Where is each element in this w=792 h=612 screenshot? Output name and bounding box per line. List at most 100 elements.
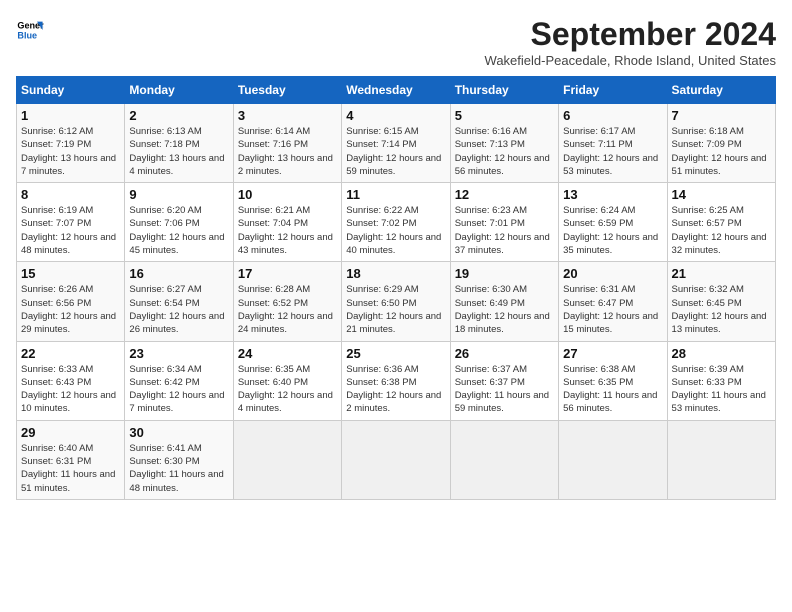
calendar-cell: 12Sunrise: 6:23 AM Sunset: 7:01 PM Dayli… <box>450 183 558 262</box>
calendar-cell: 25 Sunrise: 6:36 AM Sunset: 6:38 PM Dayli… <box>342 341 450 420</box>
day-number: 15 <box>21 266 120 281</box>
logo: General Blue <box>16 16 44 44</box>
calendar-cell: 6 Sunrise: 6:17 AM Sunset: 7:11 PM Daylig… <box>559 104 667 183</box>
day-info: Sunrise: 6:14 AM Sunset: 7:16 PM Dayligh… <box>238 125 337 178</box>
day-info: Sunrise: 6:12 AM Sunset: 7:19 PM Dayligh… <box>21 125 120 178</box>
day-info: Sunrise: 6:40 AM Sunset: 6:31 PM Dayligh… <box>21 442 120 495</box>
main-title: September 2024 <box>485 16 776 53</box>
day-info: Sunrise: 6:33 AM Sunset: 6:43 PM Dayligh… <box>21 363 120 416</box>
calendar-cell: 21 Sunrise: 6:32 AM Sunset: 6:45 PM Dayli… <box>667 262 775 341</box>
day-number: 26 <box>455 346 554 361</box>
day-number: 12 <box>455 187 554 202</box>
day-info: Sunrise: 6:18 AM Sunset: 7:09 PM Dayligh… <box>672 125 771 178</box>
calendar-cell: 26 Sunrise: 6:37 AM Sunset: 6:37 PM Dayli… <box>450 341 558 420</box>
calendar-cell: 30 Sunrise: 6:41 AM Sunset: 6:30 PM Dayli… <box>125 420 233 499</box>
day-info: Sunrise: 6:41 AM Sunset: 6:30 PM Dayligh… <box>129 442 228 495</box>
header-cell-saturday: Saturday <box>667 77 775 104</box>
day-info: Sunrise: 6:28 AM Sunset: 6:52 PM Dayligh… <box>238 283 337 336</box>
calendar-cell: 3 Sunrise: 6:14 AM Sunset: 7:16 PM Daylig… <box>233 104 341 183</box>
day-number: 4 <box>346 108 445 123</box>
calendar-cell: 16 Sunrise: 6:27 AM Sunset: 6:54 PM Dayli… <box>125 262 233 341</box>
header: General Blue September 2024 Wakefield-Pe… <box>16 16 776 68</box>
day-info: Sunrise: 6:29 AM Sunset: 6:50 PM Dayligh… <box>346 283 445 336</box>
day-number: 27 <box>563 346 662 361</box>
subtitle: Wakefield-Peacedale, Rhode Island, Unite… <box>485 53 776 68</box>
day-info: Sunrise: 6:15 AM Sunset: 7:14 PM Dayligh… <box>346 125 445 178</box>
calendar-cell: 13 Sunrise: 6:24 AM Sunset: 6:59 PM Dayli… <box>559 183 667 262</box>
calendar-cell: 28 Sunrise: 6:39 AM Sunset: 6:33 PM Dayli… <box>667 341 775 420</box>
week-row-1: 1 Sunrise: 6:12 AM Sunset: 7:19 PM Daylig… <box>17 104 776 183</box>
day-number: 2 <box>129 108 228 123</box>
logo-icon: General Blue <box>16 16 44 44</box>
day-info: Sunrise: 6:26 AM Sunset: 6:56 PM Dayligh… <box>21 283 120 336</box>
day-number: 20 <box>563 266 662 281</box>
header-cell-thursday: Thursday <box>450 77 558 104</box>
day-number: 22 <box>21 346 120 361</box>
header-cell-monday: Monday <box>125 77 233 104</box>
day-info: Sunrise: 6:36 AM Sunset: 6:38 PM Dayligh… <box>346 363 445 416</box>
day-info: Sunrise: 6:16 AM Sunset: 7:13 PM Dayligh… <box>455 125 554 178</box>
calendar-cell: 19 Sunrise: 6:30 AM Sunset: 6:49 PM Dayli… <box>450 262 558 341</box>
day-number: 29 <box>21 425 120 440</box>
week-row-2: 8Sunrise: 6:19 AM Sunset: 7:07 PM Daylig… <box>17 183 776 262</box>
calendar-table: SundayMondayTuesdayWednesdayThursdayFrid… <box>16 76 776 500</box>
header-cell-wednesday: Wednesday <box>342 77 450 104</box>
day-number: 18 <box>346 266 445 281</box>
day-number: 6 <box>563 108 662 123</box>
day-info: Sunrise: 6:20 AM Sunset: 7:06 PM Dayligh… <box>129 204 228 257</box>
day-info: Sunrise: 6:31 AM Sunset: 6:47 PM Dayligh… <box>563 283 662 336</box>
day-number: 19 <box>455 266 554 281</box>
day-info: Sunrise: 6:22 AM Sunset: 7:02 PM Dayligh… <box>346 204 445 257</box>
calendar-cell <box>342 420 450 499</box>
day-info: Sunrise: 6:32 AM Sunset: 6:45 PM Dayligh… <box>672 283 771 336</box>
day-number: 16 <box>129 266 228 281</box>
day-number: 28 <box>672 346 771 361</box>
calendar-cell: 20 Sunrise: 6:31 AM Sunset: 6:47 PM Dayli… <box>559 262 667 341</box>
week-row-3: 15 Sunrise: 6:26 AM Sunset: 6:56 PM Dayli… <box>17 262 776 341</box>
day-number: 5 <box>455 108 554 123</box>
calendar-cell: 4 Sunrise: 6:15 AM Sunset: 7:14 PM Daylig… <box>342 104 450 183</box>
day-info: Sunrise: 6:17 AM Sunset: 7:11 PM Dayligh… <box>563 125 662 178</box>
day-number: 9 <box>129 187 228 202</box>
calendar-cell: 2Sunrise: 6:13 AM Sunset: 7:18 PM Daylig… <box>125 104 233 183</box>
day-number: 10 <box>238 187 337 202</box>
calendar-header: SundayMondayTuesdayWednesdayThursdayFrid… <box>17 77 776 104</box>
day-info: Sunrise: 6:38 AM Sunset: 6:35 PM Dayligh… <box>563 363 662 416</box>
day-number: 25 <box>346 346 445 361</box>
day-number: 21 <box>672 266 771 281</box>
day-number: 30 <box>129 425 228 440</box>
day-number: 7 <box>672 108 771 123</box>
day-number: 13 <box>563 187 662 202</box>
day-number: 11 <box>346 187 445 202</box>
calendar-cell <box>559 420 667 499</box>
calendar-cell: 11 Sunrise: 6:22 AM Sunset: 7:02 PM Dayli… <box>342 183 450 262</box>
day-number: 8 <box>21 187 120 202</box>
calendar-cell: 14 Sunrise: 6:25 AM Sunset: 6:57 PM Dayli… <box>667 183 775 262</box>
day-info: Sunrise: 6:37 AM Sunset: 6:37 PM Dayligh… <box>455 363 554 416</box>
calendar-cell <box>667 420 775 499</box>
day-info: Sunrise: 6:39 AM Sunset: 6:33 PM Dayligh… <box>672 363 771 416</box>
calendar-cell: 18 Sunrise: 6:29 AM Sunset: 6:50 PM Dayli… <box>342 262 450 341</box>
svg-text:Blue: Blue <box>17 30 37 40</box>
calendar-cell: 24Sunrise: 6:35 AM Sunset: 6:40 PM Dayli… <box>233 341 341 420</box>
day-number: 14 <box>672 187 771 202</box>
day-number: 1 <box>21 108 120 123</box>
calendar-cell: 7 Sunrise: 6:18 AM Sunset: 7:09 PM Daylig… <box>667 104 775 183</box>
day-info: Sunrise: 6:34 AM Sunset: 6:42 PM Dayligh… <box>129 363 228 416</box>
calendar-cell: 5 Sunrise: 6:16 AM Sunset: 7:13 PM Daylig… <box>450 104 558 183</box>
calendar-cell: 17Sunrise: 6:28 AM Sunset: 6:52 PM Dayli… <box>233 262 341 341</box>
day-info: Sunrise: 6:25 AM Sunset: 6:57 PM Dayligh… <box>672 204 771 257</box>
day-info: Sunrise: 6:24 AM Sunset: 6:59 PM Dayligh… <box>563 204 662 257</box>
calendar-cell: 15 Sunrise: 6:26 AM Sunset: 6:56 PM Dayli… <box>17 262 125 341</box>
day-number: 24 <box>238 346 337 361</box>
calendar-cell: 10 Sunrise: 6:21 AM Sunset: 7:04 PM Dayli… <box>233 183 341 262</box>
calendar-cell: 23Sunrise: 6:34 AM Sunset: 6:42 PM Dayli… <box>125 341 233 420</box>
day-info: Sunrise: 6:21 AM Sunset: 7:04 PM Dayligh… <box>238 204 337 257</box>
day-info: Sunrise: 6:27 AM Sunset: 6:54 PM Dayligh… <box>129 283 228 336</box>
day-number: 3 <box>238 108 337 123</box>
week-row-5: 29 Sunrise: 6:40 AM Sunset: 6:31 PM Dayli… <box>17 420 776 499</box>
header-cell-sunday: Sunday <box>17 77 125 104</box>
day-info: Sunrise: 6:30 AM Sunset: 6:49 PM Dayligh… <box>455 283 554 336</box>
header-cell-friday: Friday <box>559 77 667 104</box>
calendar-cell: 27 Sunrise: 6:38 AM Sunset: 6:35 PM Dayli… <box>559 341 667 420</box>
